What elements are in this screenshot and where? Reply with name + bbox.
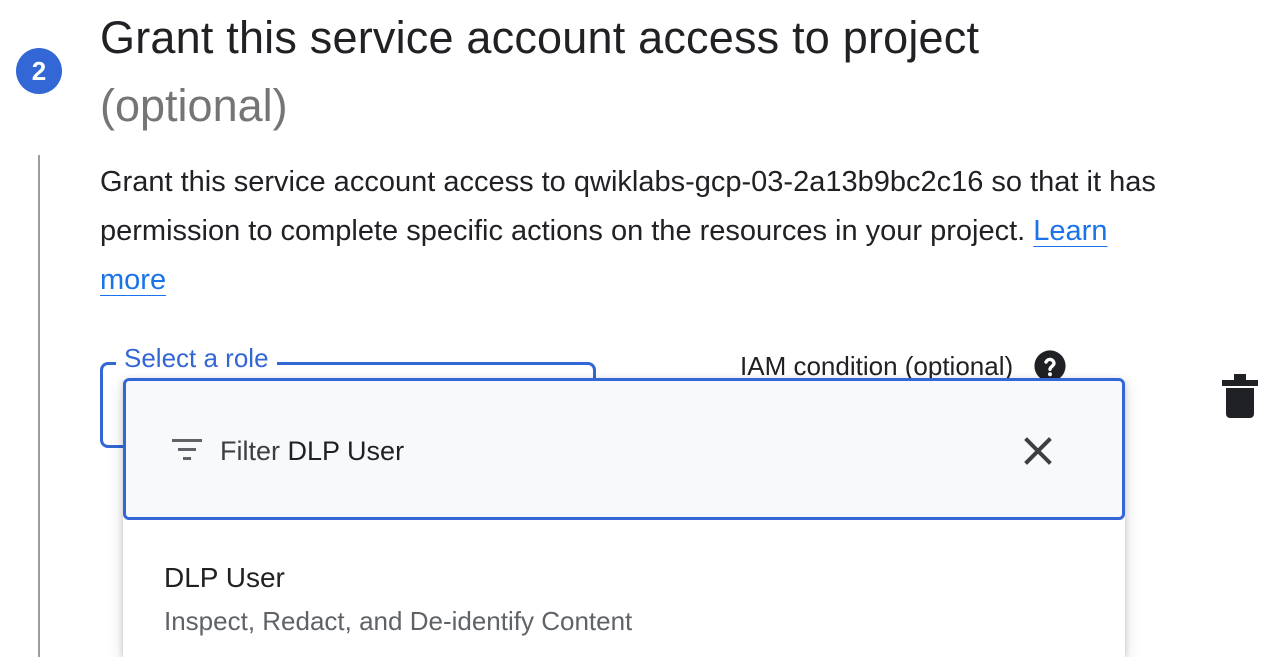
close-icon[interactable]	[1018, 431, 1058, 471]
step-description: Grant this service account access to qwi…	[100, 158, 1274, 305]
role-filter-box[interactable]: Filter DLP User	[123, 378, 1125, 520]
step-number-badge: 2	[16, 48, 62, 94]
filter-label: Filter	[220, 436, 280, 466]
step-title: Grant this service account access to pro…	[100, 12, 980, 63]
role-select-label: Select a role	[116, 340, 277, 376]
step-optional-label: (optional)	[100, 80, 288, 131]
filter-list-icon	[172, 439, 202, 460]
role-option-title: DLP User	[164, 562, 285, 593]
step-connector-line	[38, 155, 40, 657]
description-line-2: permission to complete specific actions …	[100, 207, 1274, 256]
filter-value: DLP User	[287, 436, 405, 466]
learn-more-link-part-2[interactable]: more	[100, 264, 166, 296]
trash-icon[interactable]	[1222, 374, 1258, 418]
description-line-3: more	[100, 256, 1274, 305]
description-line-2-text: permission to complete specific actions …	[100, 215, 1034, 247]
role-filter-input[interactable]: Filter DLP User	[220, 431, 404, 471]
role-option-dlp-user[interactable]: DLP User Inspect, Redact, and De-identif…	[123, 520, 1125, 657]
role-dropdown-panel: Filter DLP User DLP User Inspect, Redact…	[123, 378, 1125, 657]
role-option-description: Inspect, Redact, and De-identify Content	[164, 606, 633, 636]
learn-more-link-part-1[interactable]: Learn	[1033, 215, 1107, 247]
description-line-1: Grant this service account access to qwi…	[100, 166, 1156, 198]
